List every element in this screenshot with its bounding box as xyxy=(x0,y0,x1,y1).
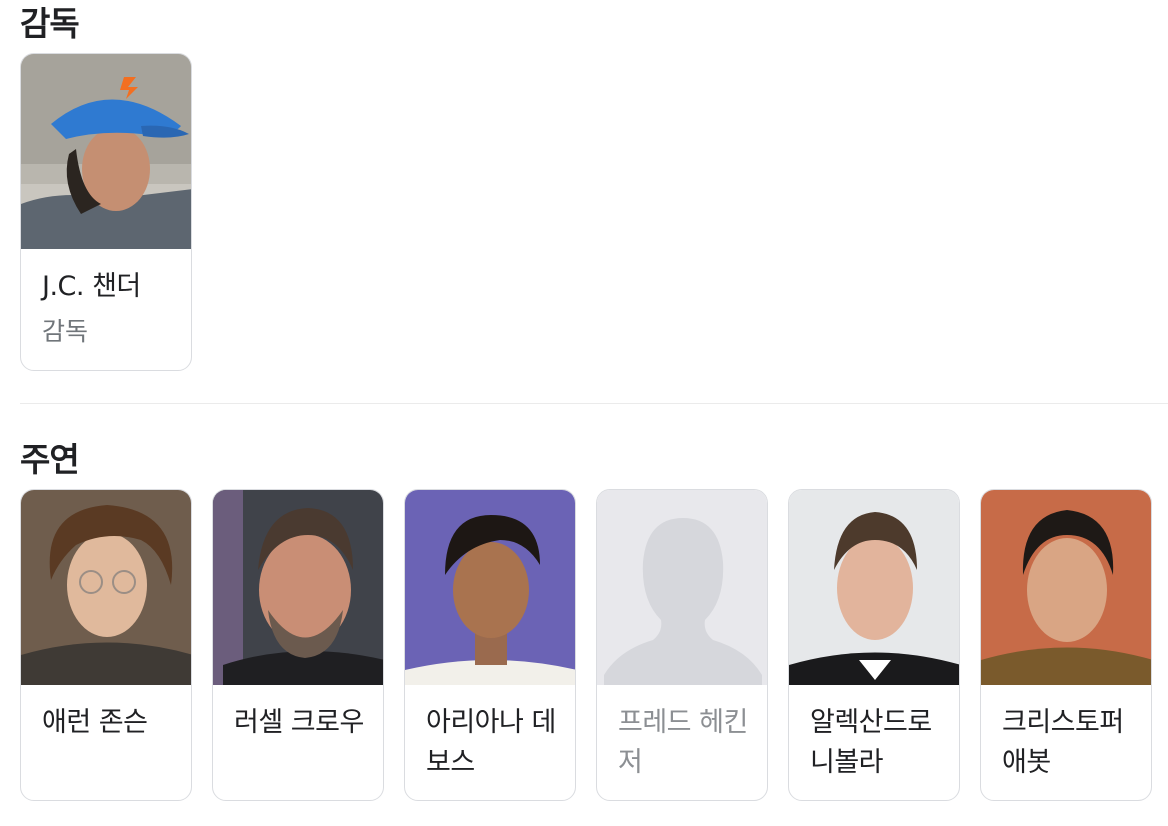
cast-card[interactable]: 아리아나 데보스 xyxy=(404,489,576,801)
cast-name: 아리아나 데보스 xyxy=(426,707,556,778)
cast-card[interactable]: 러셀 크로우 xyxy=(212,489,384,801)
cast-name: 알렉산드로 니볼라 xyxy=(810,707,932,778)
cast-card[interactable]: 크리스토퍼 애봇 xyxy=(980,489,1152,801)
cast-section-title: 주연 xyxy=(20,440,80,479)
cast-name: 러셀 크로우 xyxy=(234,707,364,738)
cast-photo xyxy=(789,490,959,685)
cast-card[interactable]: 프레드 헤킨저 xyxy=(596,489,768,801)
section-divider xyxy=(20,403,1168,404)
director-section-title: 감독 xyxy=(20,4,80,43)
cast-card[interactable]: 애런 존슨 xyxy=(20,489,192,801)
director-name: J.C. 챈더 xyxy=(42,271,141,302)
cast-card[interactable]: 알렉산드로 니볼라 xyxy=(788,489,960,801)
cast-name: 애런 존슨 xyxy=(42,707,148,738)
director-role: 감독 xyxy=(42,317,89,346)
director-card[interactable]: J.C. 챈더 감독 xyxy=(20,53,192,371)
cast-photo xyxy=(981,490,1151,685)
cast-photo xyxy=(405,490,575,685)
cast-photo xyxy=(21,490,191,685)
cast-name: 프레드 헤킨저 xyxy=(618,707,748,778)
cast-photo xyxy=(213,490,383,685)
cast-name: 크리스토퍼 애봇 xyxy=(1002,707,1124,778)
placeholder-person-icon xyxy=(597,490,767,685)
director-photo xyxy=(21,54,191,249)
